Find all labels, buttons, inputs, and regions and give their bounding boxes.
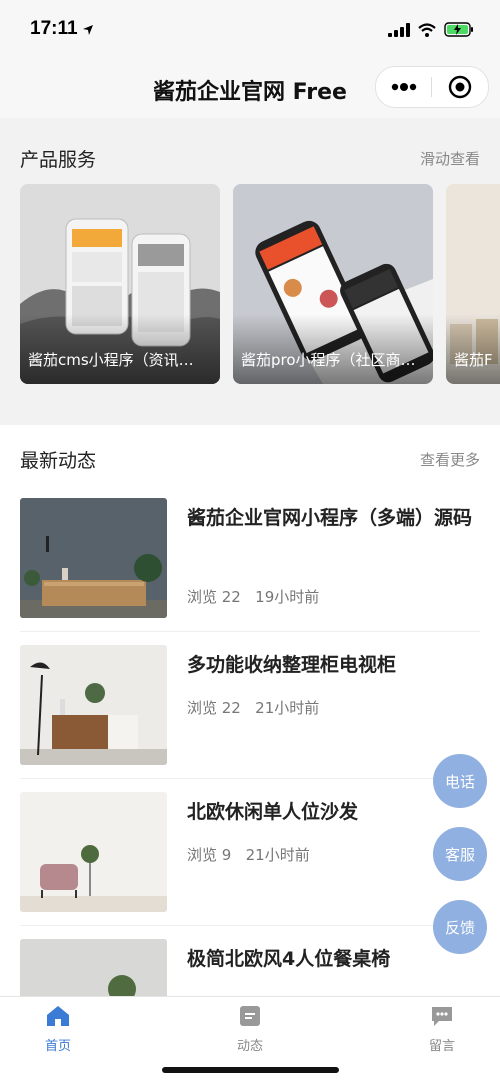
news-thumbnail [20, 498, 167, 618]
tab-home-label: 首页 [44, 1039, 71, 1054]
customer-service-button[interactable]: 客服 [433, 827, 487, 881]
miniprogram-capsule [375, 66, 489, 108]
news-item-views: 浏览 22 [187, 699, 241, 717]
news-more-link[interactable]: 查看更多 [420, 449, 480, 470]
news-item-views: 浏览 9 [187, 846, 232, 864]
product-card-label: 酱茄Fr [454, 351, 492, 369]
news-divider [20, 925, 480, 926]
products-header: 产品服务 滑动查看 [20, 145, 480, 172]
news-item[interactable]: 酱茄企业官网小程序（多端）源码 浏览 22 19小时前 [20, 498, 480, 645]
product-card-label: 酱茄cms小程序（资讯… [28, 351, 194, 369]
more-button[interactable] [376, 67, 431, 107]
home-indicator [162, 1067, 339, 1073]
product-card[interactable]: 酱茄pro小程序（社区商… [233, 184, 433, 384]
tab-message-label: 留言 [428, 1039, 455, 1054]
news-item-title: 北欧休闲单人位沙发 [187, 801, 359, 823]
tab-feed[interactable]: 动态 [220, 1005, 280, 1054]
news-item-title: 多功能收纳整理柜电视柜 [187, 654, 397, 676]
products-title: 产品服务 [20, 149, 97, 171]
location-arrow-icon [82, 21, 94, 40]
tab-feed-label: 动态 [236, 1039, 263, 1054]
news-item-meta: 浏览 22 21小时前 [187, 697, 319, 718]
close-miniprogram-button[interactable] [432, 67, 487, 107]
news-thumbnail [20, 645, 167, 765]
news-item[interactable]: 极简北欧风4人位餐桌椅 [20, 939, 480, 996]
nav-bar: 酱茄企业官网 Free [0, 62, 500, 118]
product-card[interactable]: 酱茄Fr [446, 184, 500, 384]
news-item-title: 极简北欧风4人位餐桌椅 [187, 948, 391, 970]
more-dots-icon [391, 83, 416, 91]
news-item-title: 酱茄企业官网小程序（多端）源码 [187, 507, 473, 529]
status-icons [388, 22, 474, 37]
news-item-time: 21小时前 [255, 699, 320, 717]
news-header: 最新动态 查看更多 [20, 446, 480, 473]
battery-charging-icon [444, 22, 473, 37]
news-item[interactable]: 北欧休闲单人位沙发 浏览 9 21小时前 [20, 792, 480, 939]
news-thumbnail [20, 792, 167, 912]
product-card-label: 酱茄pro小程序（社区商… [241, 351, 416, 369]
news-title: 最新动态 [20, 450, 97, 472]
document-icon [240, 1006, 260, 1026]
news-divider [20, 778, 480, 779]
news-item-meta: 浏览 22 19小时前 [187, 586, 319, 607]
target-close-icon [448, 75, 471, 99]
news-item-time: 19小时前 [255, 588, 320, 606]
news-item-time: 21小时前 [245, 846, 310, 864]
news-item-meta: 浏览 9 21小时前 [187, 844, 310, 865]
products-swipe-hint[interactable]: 滑动查看 [420, 148, 480, 169]
news-item[interactable]: 多功能收纳整理柜电视柜 浏览 22 21小时前 [20, 645, 480, 792]
wifi-icon [418, 22, 436, 37]
news-item-views: 浏览 22 [187, 588, 241, 606]
news-thumbnail [20, 939, 167, 996]
product-card[interactable]: 酱茄cms小程序（资讯… [20, 184, 220, 384]
tab-home[interactable]: 首页 [28, 1005, 88, 1054]
feedback-button[interactable]: 反馈 [433, 900, 487, 954]
news-divider [20, 631, 480, 632]
status-bar: 17:11 [0, 0, 500, 62]
tab-message[interactable]: 留言 [412, 1005, 472, 1054]
phone-button[interactable]: 电话 [433, 754, 487, 808]
home-icon [47, 1006, 69, 1026]
chat-bubble-icon [432, 1007, 452, 1026]
status-time: 17:11 [30, 18, 78, 39]
signal-icon [388, 22, 410, 37]
